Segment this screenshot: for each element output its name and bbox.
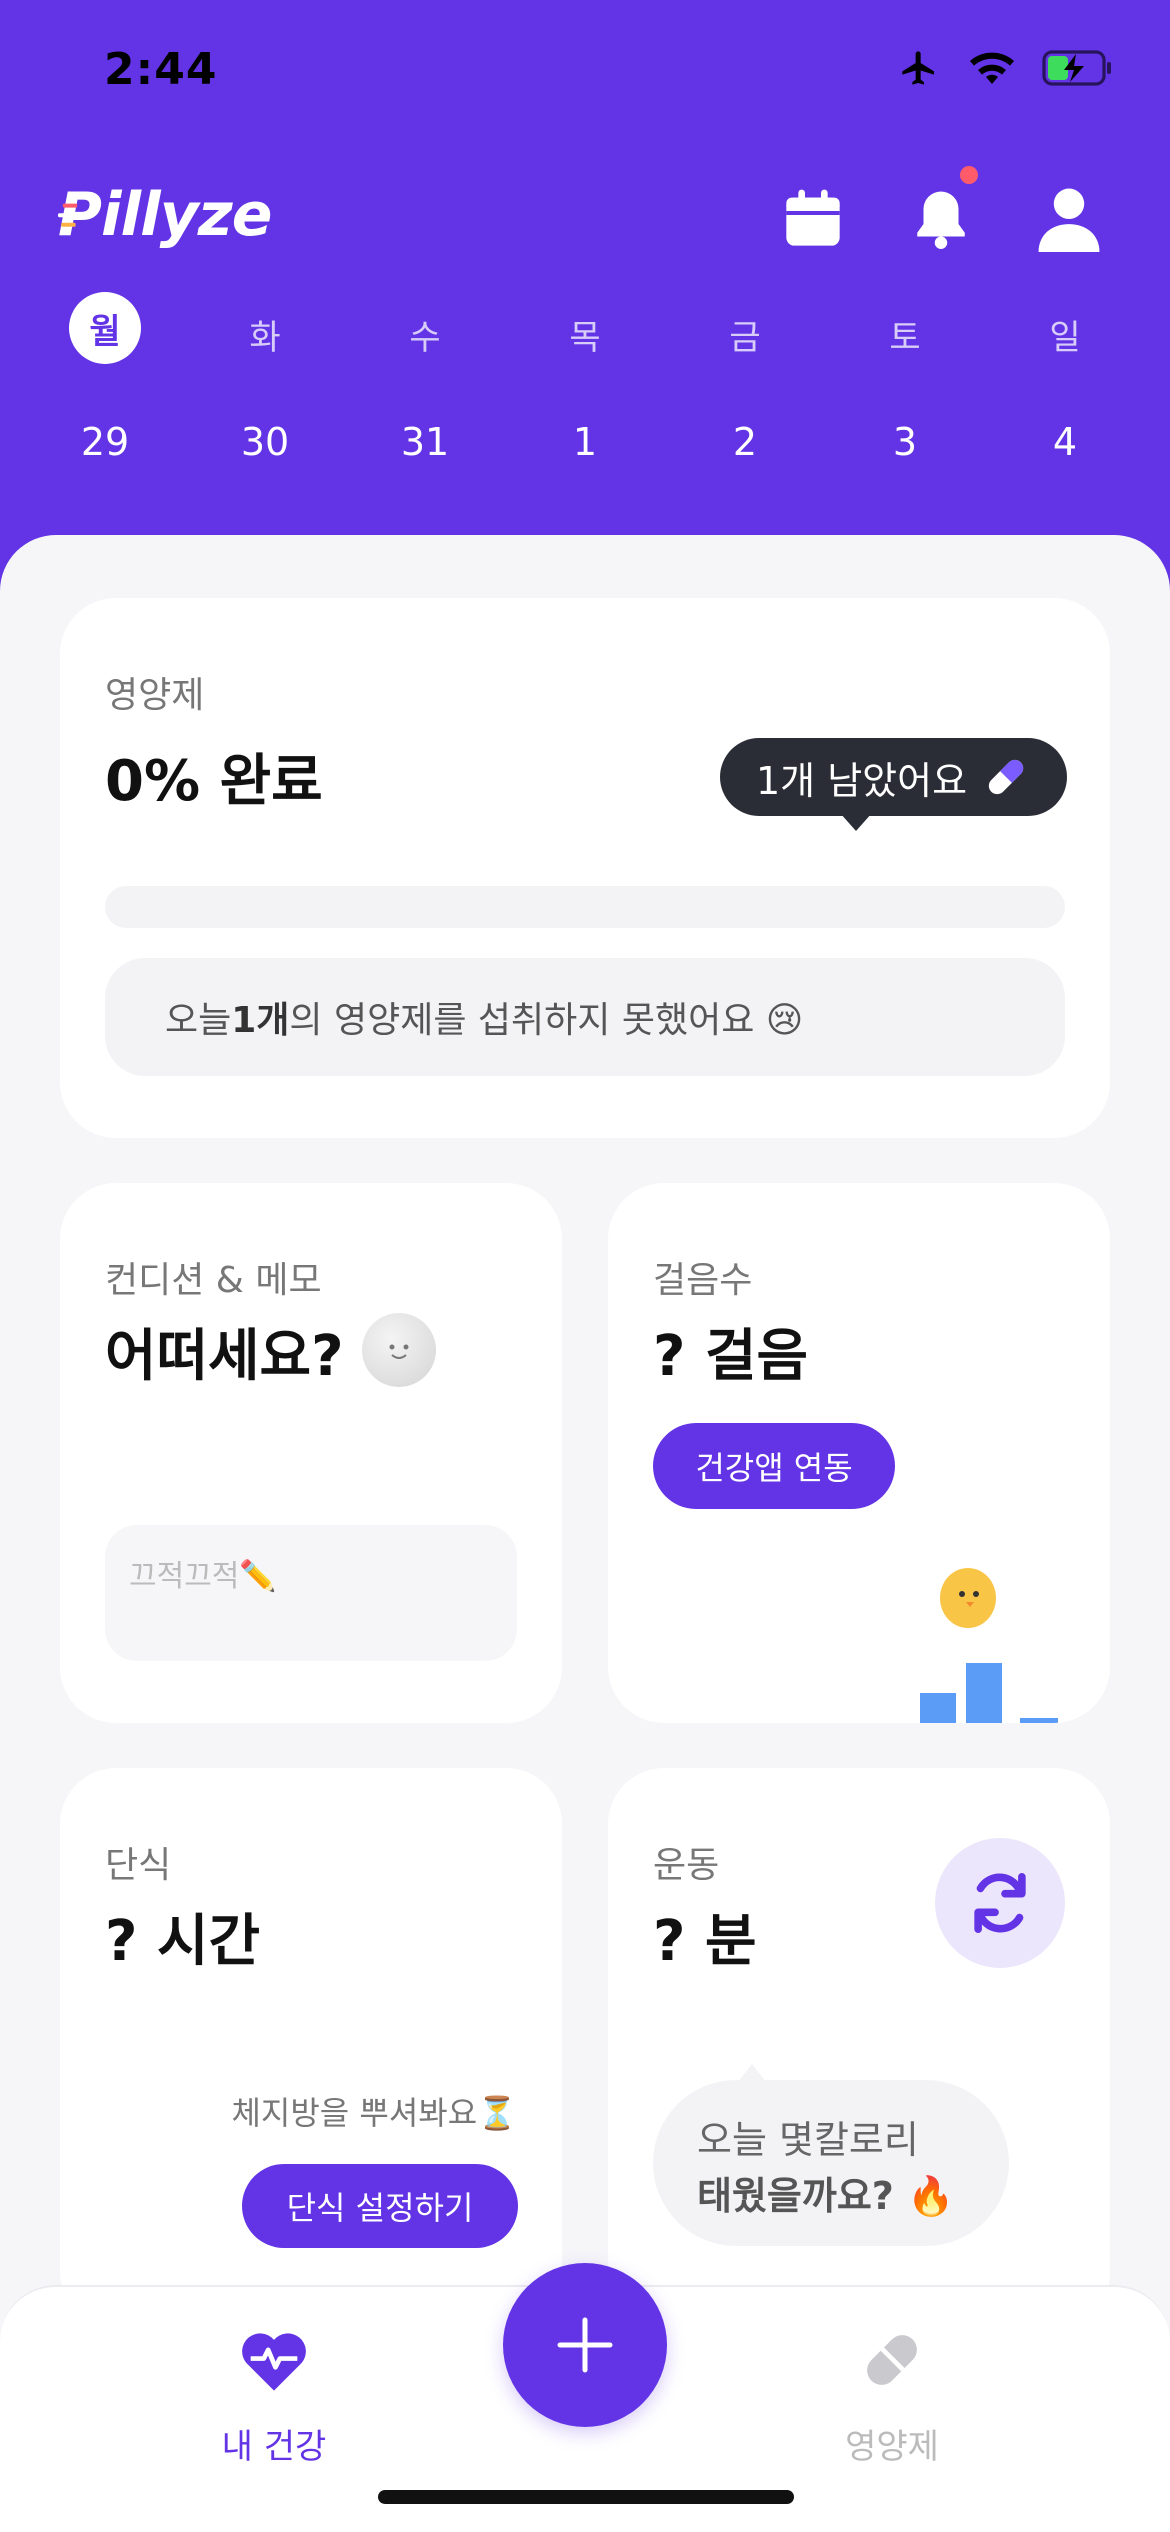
message-count: 1개: [231, 1000, 290, 1041]
date-thu[interactable]: 1: [530, 420, 640, 464]
steps-title: 걸음수: [653, 1260, 753, 1301]
remaining-tooltip-text: 1개 남았어요: [756, 758, 968, 803]
steps-value: ? 걸음: [653, 1324, 809, 1389]
app-logo: Pillyze: [58, 180, 272, 250]
logo-text: Pillyze: [58, 180, 272, 250]
exercise-bubble-line1: 오늘 몇칼로리: [697, 2118, 919, 2162]
condition-memo-card[interactable]: 컨디션 & 메모 어떠세요? 끄적끄적✏️: [60, 1183, 562, 1723]
airplane-icon: [896, 48, 942, 92]
steps-mascot-chart-icon: [920, 1568, 1058, 1723]
date-tue[interactable]: 30: [210, 420, 320, 464]
supplements-progress-bar: [105, 886, 1065, 928]
fasting-title: 단식: [105, 1845, 172, 1886]
supplements-card[interactable]: 영양제 0% 완료 1개 남았어요 오늘 1개 의 영양제를 섭취하지 못했어요…: [60, 598, 1110, 1138]
condition-title: 컨디션 & 메모: [105, 1260, 322, 1301]
exercise-card[interactable]: 운동 ? 분 오늘 몇칼로리 태웠을까요? 🔥: [608, 1768, 1110, 2328]
header: 2:44 Pillyze 월 화 수 목 금 토 일 29 30 31 1 2 …: [0, 0, 1170, 620]
fasting-hint: 체지방을 뿌셔봐요⏳: [231, 2094, 517, 2132]
supplements-message: 오늘 1개 의 영양제를 섭취하지 못했어요 😢: [105, 958, 1065, 1076]
week-dates: 29 30 31 1 2 3 4: [50, 420, 1120, 464]
supplements-title: 영양제: [105, 675, 205, 716]
plus-icon: [557, 2317, 613, 2373]
date-sun[interactable]: 4: [1010, 420, 1120, 464]
date-wed[interactable]: 31: [370, 420, 480, 464]
day-label-thu[interactable]: 목: [530, 310, 640, 364]
profile-button[interactable]: [1036, 186, 1102, 252]
week-day-labels: 월 화 수 목 금 토 일: [50, 292, 1120, 364]
bell-icon: [917, 191, 965, 249]
supplements-progress-value: 0% 완료: [105, 749, 323, 814]
exercise-title: 운동: [653, 1845, 720, 1886]
exercise-bubble-line2: 태웠을까요? 🔥: [697, 2174, 955, 2218]
pill-icon: [988, 759, 1024, 795]
home-indicator: [378, 2490, 794, 2504]
day-label-tue[interactable]: 화: [210, 310, 320, 364]
fasting-value: ? 시간: [105, 1909, 261, 1974]
tab-my-health-label: 내 건강: [221, 2427, 327, 2467]
calendar-button[interactable]: [780, 186, 846, 252]
set-fasting-button[interactable]: 단식 설정하기: [242, 2164, 518, 2248]
tooltip-tail: [840, 813, 872, 831]
exercise-bubble: 오늘 몇칼로리 태웠을까요? 🔥: [653, 2080, 1009, 2246]
header-actions: [780, 166, 1102, 252]
day-label-sun[interactable]: 일: [1010, 310, 1120, 364]
notification-dot: [960, 166, 978, 184]
heart-pulse-icon: [239, 2325, 309, 2395]
date-fri[interactable]: 2: [690, 420, 800, 464]
day-label-fri[interactable]: 금: [690, 310, 800, 364]
pill-tab-icon: [857, 2325, 927, 2395]
message-suffix: 의 영양제를 섭취하지 못했어요 😢: [289, 1000, 804, 1041]
remaining-tooltip: 1개 남았어요: [720, 738, 1068, 816]
exercise-value: ? 분: [653, 1909, 757, 1974]
date-mon[interactable]: 29: [50, 420, 160, 464]
tab-supplements[interactable]: 영양제: [782, 2325, 1002, 2468]
fasting-card[interactable]: 단식 ? 시간 체지방을 뿌셔봐요⏳ 단식 설정하기: [60, 1768, 562, 2328]
health-app-link-button[interactable]: 건강앱 연동: [653, 1423, 895, 1509]
day-label-wed[interactable]: 수: [370, 310, 480, 364]
profile-icon: [1038, 188, 1100, 252]
steps-card[interactable]: 걸음수 ? 걸음 건강앱 연동: [608, 1183, 1110, 1723]
status-bar: 2:44: [0, 0, 1170, 150]
add-button[interactable]: [503, 2263, 667, 2427]
memo-input[interactable]: 끄적끄적✏️: [105, 1525, 517, 1661]
battery-icon: [1042, 50, 1114, 90]
day-label-mon[interactable]: 월: [50, 292, 160, 364]
selected-day-marker: 월: [69, 292, 141, 364]
refresh-icon: [974, 1872, 1026, 1934]
tab-my-health[interactable]: 내 건강: [164, 2325, 384, 2468]
status-time: 2:44: [104, 44, 218, 95]
message-prefix: 오늘: [165, 1000, 232, 1041]
tab-supplements-label: 영양제: [845, 2427, 939, 2467]
calendar-icon: [786, 189, 840, 246]
face-moon-icon: [362, 1313, 436, 1387]
status-icons: [896, 48, 1114, 92]
refresh-button[interactable]: [935, 1838, 1065, 1968]
wifi-icon: [968, 50, 1016, 90]
logo-speed-lines-icon: [58, 203, 78, 227]
date-sat[interactable]: 3: [850, 420, 960, 464]
condition-value: 어떠세요?: [105, 1324, 344, 1389]
notifications-button[interactable]: [908, 166, 978, 252]
day-label-sat[interactable]: 토: [850, 310, 960, 364]
